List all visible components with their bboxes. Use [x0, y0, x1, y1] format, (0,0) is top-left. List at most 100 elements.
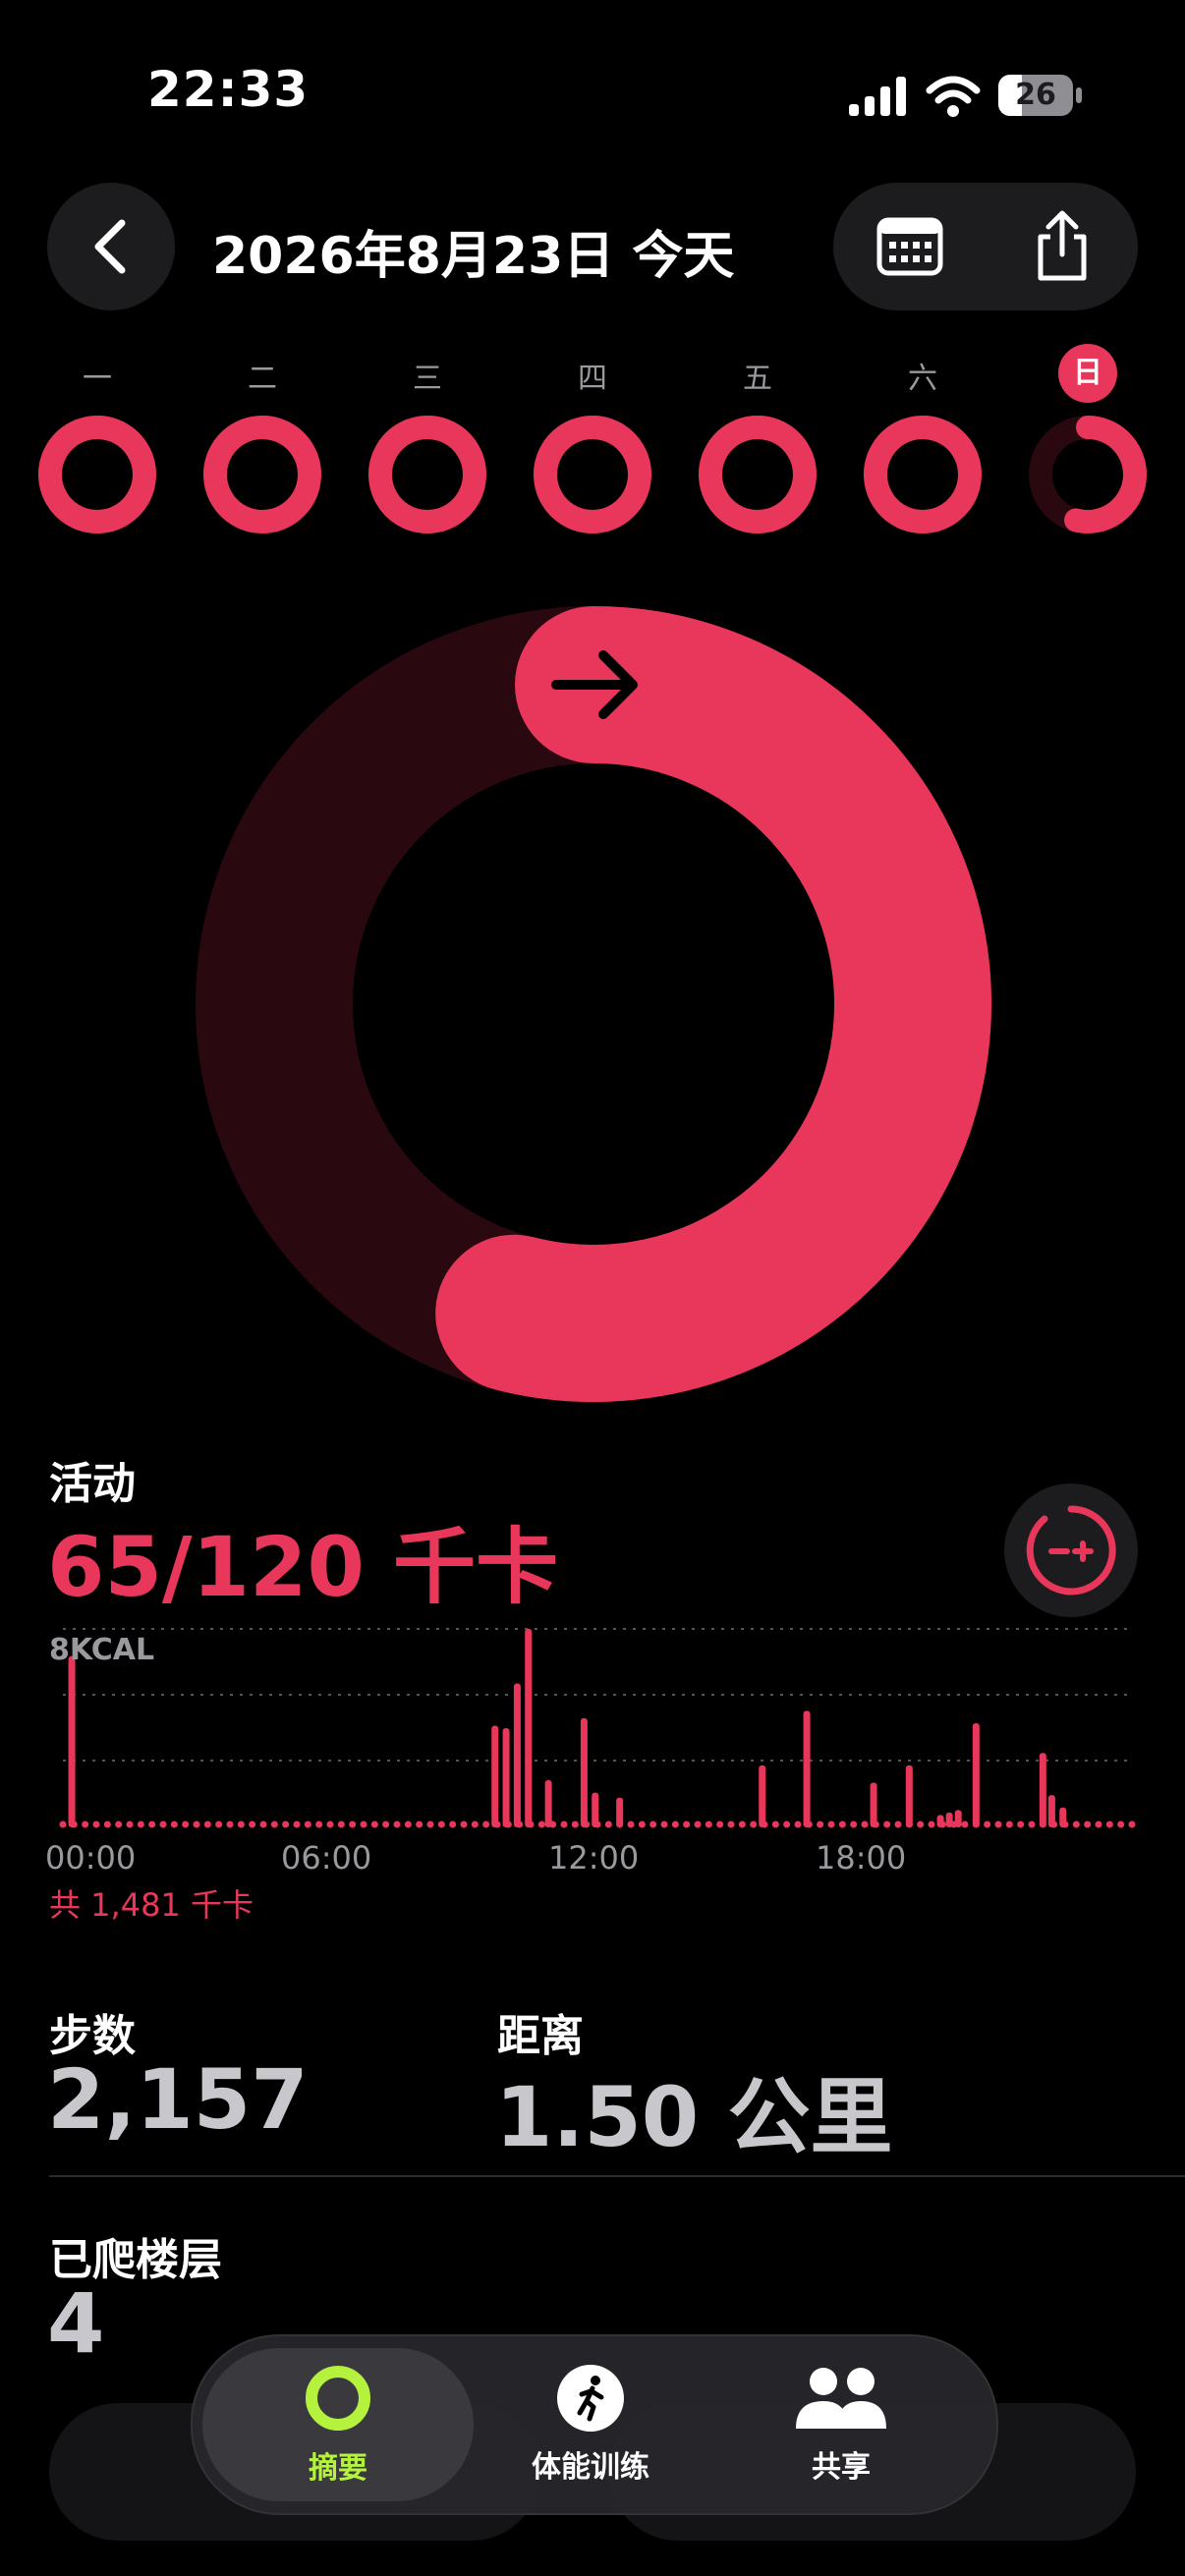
kcal-bar [1059, 1807, 1067, 1827]
baseline-dot [315, 1820, 323, 1828]
baseline-dot [560, 1820, 568, 1828]
baseline-dot [126, 1820, 134, 1828]
activity-value: 65/120 千卡 [47, 1519, 559, 1615]
baseline-dot [817, 1820, 824, 1828]
day-ring[interactable] [38, 416, 156, 533]
baseline-dot [326, 1820, 334, 1828]
x-tick-label: 12:00 [548, 1839, 640, 1876]
baseline-dot [750, 1820, 758, 1828]
baseline-dot [928, 1820, 935, 1828]
baseline-dot [649, 1820, 657, 1828]
baseline-dot [404, 1820, 412, 1828]
baseline-dot [1072, 1820, 1080, 1828]
tab-summary-label: 摘要 [309, 2451, 367, 2486]
baseline-dot [571, 1820, 579, 1828]
baseline-dot [783, 1820, 791, 1828]
week-strip: 一二三四五六日 [0, 0, 1185, 550]
people-icon [796, 2368, 886, 2429]
baseline-dot [82, 1820, 89, 1828]
day-ring[interactable] [699, 416, 817, 533]
baseline-dot [716, 1820, 724, 1828]
baseline-dot [148, 1820, 156, 1828]
baseline-dot [92, 1820, 100, 1828]
baseline-dot [1105, 1820, 1113, 1828]
baseline-dot [103, 1820, 111, 1828]
kcal-bar [870, 1782, 877, 1827]
baseline-dot [604, 1820, 612, 1828]
baseline-dot [193, 1820, 200, 1828]
kcal-bar [491, 1725, 499, 1827]
baseline-dot [994, 1820, 1002, 1828]
baseline-dot [460, 1820, 468, 1828]
tab-sharing-label: 共享 [812, 2450, 871, 2485]
baseline-dot [727, 1820, 735, 1828]
tab-bar: 摘要 体能训练 共享 [191, 2334, 998, 2515]
baseline-dot [282, 1820, 290, 1828]
activity-ring[interactable] [191, 601, 996, 1407]
baseline-dot [170, 1820, 178, 1828]
baseline-dot [1095, 1820, 1102, 1828]
kcal-bar [616, 1797, 624, 1827]
baseline-dot [349, 1820, 357, 1828]
day-ring[interactable] [368, 416, 486, 533]
adjust-goal-button[interactable] [1004, 1484, 1138, 1617]
tab-workouts[interactable]: 体能训练 [487, 2336, 694, 2513]
baseline-dot [660, 1820, 668, 1828]
baseline-dot [984, 1820, 991, 1828]
tab-workouts-label: 体能训练 [532, 2450, 649, 2485]
baseline-dot [393, 1820, 401, 1828]
baseline-dot [1084, 1820, 1092, 1828]
baseline-dot [1005, 1820, 1013, 1828]
ring-progress [435, 606, 991, 1402]
kcal-bar [936, 1815, 944, 1827]
day-ring[interactable] [864, 416, 982, 533]
baseline-dot [1028, 1820, 1036, 1828]
kcal-bar [954, 1810, 962, 1827]
tab-summary[interactable]: 摘要 [202, 2348, 474, 2501]
baseline-dot [627, 1820, 635, 1828]
day-ring[interactable] [534, 416, 651, 533]
baseline-dot [270, 1820, 278, 1828]
chart-scale-label: 8KCAL [49, 1633, 155, 1667]
baseline-dot [1117, 1820, 1125, 1828]
day-ring[interactable] [203, 416, 321, 533]
baseline-dot [115, 1820, 123, 1828]
kcal-bar [513, 1683, 521, 1827]
baseline-dot [1017, 1820, 1025, 1828]
baseline-dot [894, 1820, 902, 1828]
x-tick-label: 00:00 [45, 1839, 137, 1876]
baseline-dot [738, 1820, 746, 1828]
baseline-dot [370, 1820, 378, 1828]
baseline-dot [237, 1820, 245, 1828]
baseline-dot [416, 1820, 423, 1828]
kcal-bar [68, 1655, 76, 1827]
baseline-dot [382, 1820, 390, 1828]
baseline-dot [293, 1820, 301, 1828]
kcal-bar [1039, 1753, 1046, 1827]
baseline-dot [838, 1820, 846, 1828]
divider [49, 2175, 1185, 2177]
baseline-dot [638, 1820, 646, 1828]
baseline-dot [59, 1820, 67, 1828]
baseline-dot [537, 1820, 545, 1828]
baseline-dot [961, 1820, 969, 1828]
baseline-dot [771, 1820, 779, 1828]
kcal-bar [803, 1710, 811, 1827]
baseline-dot [203, 1820, 211, 1828]
day-ring[interactable] [1029, 416, 1147, 533]
baseline-dot [337, 1820, 345, 1828]
kcal-bar [592, 1792, 599, 1827]
baseline-dot [137, 1820, 144, 1828]
baseline-dot [705, 1820, 712, 1828]
distance-value: 1.50 公里 [495, 2069, 893, 2165]
kcal-bar [905, 1764, 913, 1827]
tab-sharing[interactable]: 共享 [723, 2336, 959, 2513]
floors-value: 4 [47, 2275, 105, 2372]
baseline-dot [482, 1820, 490, 1828]
steps-value: 2,157 [47, 2051, 309, 2148]
baseline-dot [182, 1820, 190, 1828]
kcal-bar [544, 1780, 552, 1827]
baseline-dot [226, 1820, 234, 1828]
kcal-bar [972, 1722, 980, 1827]
baseline-dot [249, 1820, 256, 1828]
